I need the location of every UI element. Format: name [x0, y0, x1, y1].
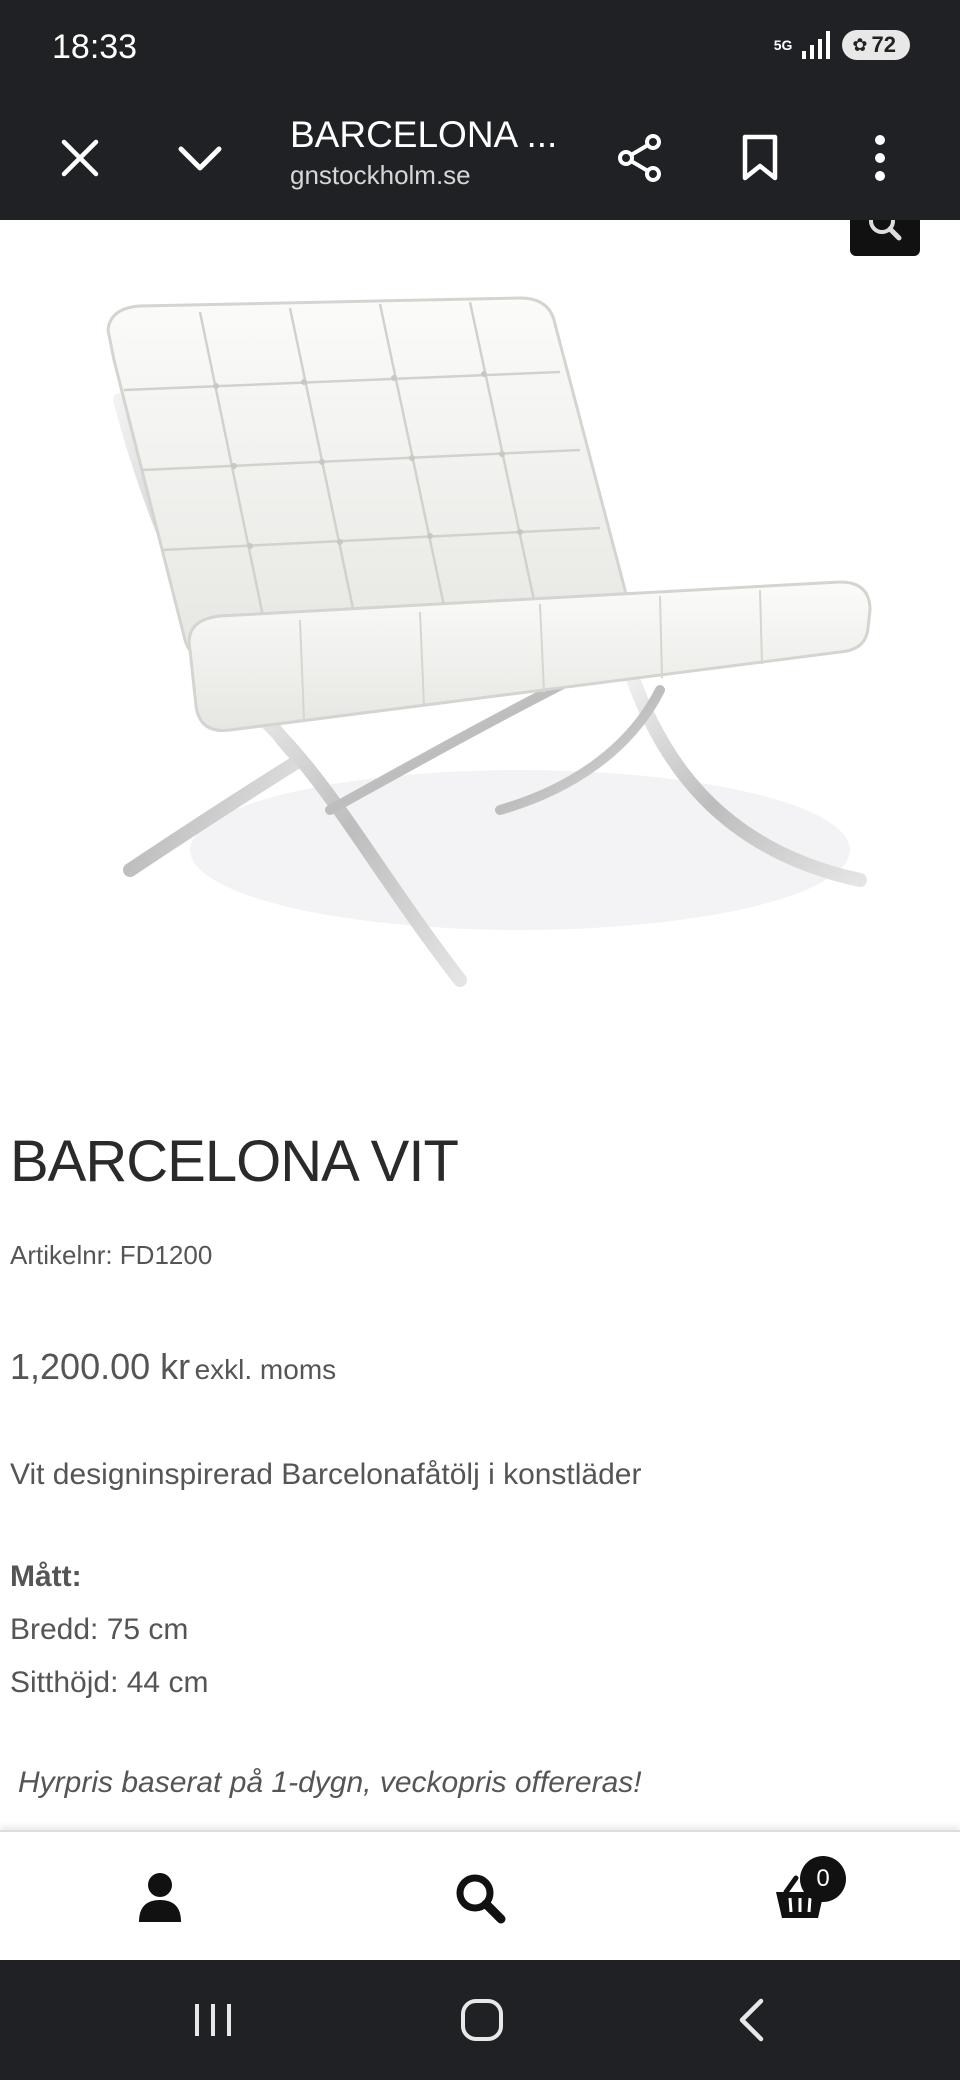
zoom-icon — [869, 220, 902, 241]
signal-icon — [802, 31, 832, 59]
image-zoom-button[interactable] — [850, 220, 920, 256]
product-name: BARCELONA VIT — [10, 1129, 459, 1194]
account-button[interactable] — [128, 1866, 192, 1930]
product-description: Vit designinspirerad Barcelonafåtölj i k… — [10, 1458, 642, 1491]
more-options-button[interactable] — [852, 130, 908, 186]
product-image[interactable] — [100, 290, 880, 1010]
dimensions-label: Mått: — [10, 1560, 82, 1593]
chevron-down-icon — [178, 146, 222, 171]
battery-indicator: ✿ 72 — [842, 30, 910, 60]
home-button[interactable] — [447, 1990, 517, 2050]
minimize-button[interactable] — [172, 130, 228, 186]
browser-toolbar: BARCELONA ... gnstockholm.se — [0, 96, 960, 220]
more-vert-icon — [875, 135, 885, 181]
page-title-block[interactable]: BARCELONA ... gnstockholm.se — [290, 106, 580, 191]
page-url: gnstockholm.se — [290, 160, 471, 190]
share-icon — [618, 134, 661, 182]
bookmark-button[interactable] — [732, 130, 788, 186]
back-icon — [739, 1998, 764, 2042]
dimension-seat-height: Sitthöjd: 44 cm — [10, 1666, 209, 1699]
status-icons: 5G ✿ 72 — [774, 30, 910, 60]
search-button[interactable] — [448, 1866, 512, 1930]
bookmark-icon — [742, 134, 778, 181]
battery-level: 72 — [871, 32, 896, 57]
recents-icon — [195, 2004, 231, 2036]
recents-button[interactable] — [178, 1990, 248, 2050]
close-icon — [61, 139, 99, 177]
dimension-width: Bredd: 75 cm — [10, 1613, 189, 1646]
system-nav-bar — [0, 1960, 960, 2080]
price-amount: 1,200.00 kr — [10, 1346, 191, 1387]
battery-leaf-icon: ✿ — [852, 34, 868, 55]
share-button[interactable] — [612, 130, 668, 186]
status-bar: 18:33 5G ✿ 72 — [0, 0, 960, 96]
close-button[interactable] — [52, 130, 108, 186]
article-number: Artikelnr: FD1200 — [10, 1240, 213, 1270]
home-icon — [461, 1999, 503, 2041]
search-icon — [456, 1874, 506, 1924]
network-type-icon: 5G — [773, 37, 793, 53]
cart-count-badge: 0 — [800, 1856, 846, 1902]
back-button[interactable] — [716, 1990, 786, 2050]
status-time: 18:33 — [52, 28, 138, 66]
price-block: 1,200.00 kr exkl. moms — [10, 1346, 336, 1388]
page-title: BARCELONA ... — [290, 114, 558, 155]
rental-note: Hyrpris baserat på 1-dygn, veckopris off… — [18, 1766, 642, 1799]
price-vat-note: exkl. moms — [194, 1354, 337, 1385]
user-icon — [139, 1873, 181, 1922]
bottom-shop-bar: 0 — [0, 1830, 960, 1962]
